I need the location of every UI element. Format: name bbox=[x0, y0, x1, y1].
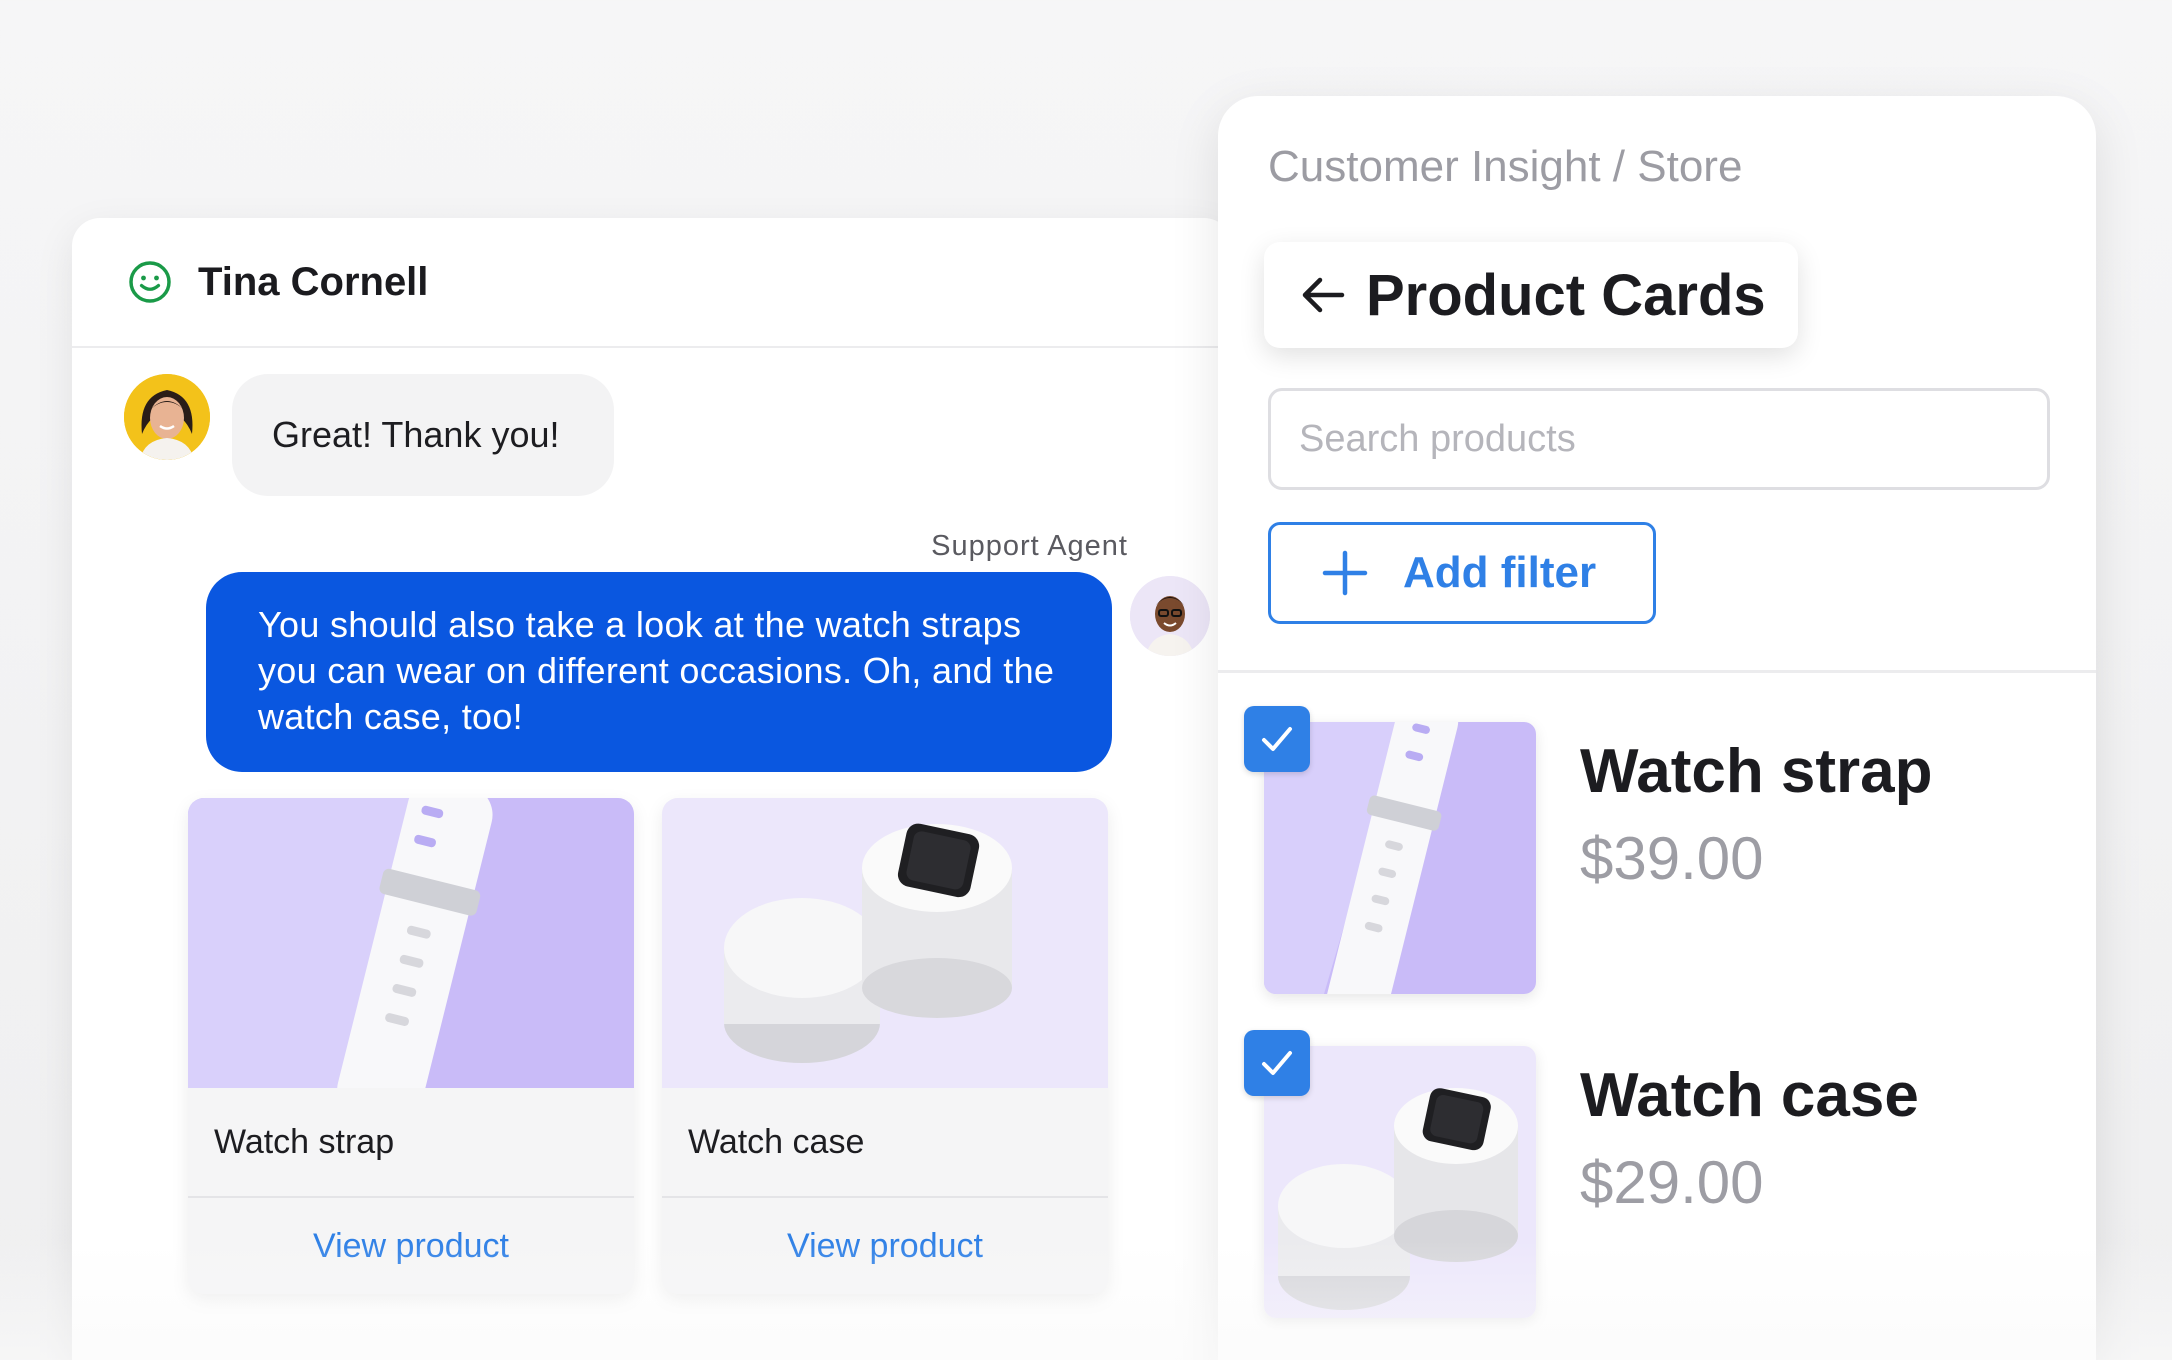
watch-strap-image bbox=[188, 798, 634, 1088]
add-filter-label: Add filter bbox=[1403, 548, 1597, 597]
chat-header: Tina Cornell bbox=[72, 218, 1232, 348]
page-title: Product Cards bbox=[1366, 262, 1766, 328]
view-product-link[interactable]: View product bbox=[662, 1198, 1108, 1294]
view-product-link[interactable]: View product bbox=[188, 1198, 634, 1294]
contact-name: Tina Cornell bbox=[198, 259, 429, 304]
watch-case-image bbox=[662, 798, 1108, 1088]
product-price: $39.00 bbox=[1580, 825, 1764, 892]
smiley-status-icon bbox=[129, 261, 171, 303]
chat-panel: Tina Cornell Great! Thank you! Support A… bbox=[72, 218, 1232, 1360]
customer-message-bubble: Great! Thank you! bbox=[232, 374, 614, 496]
product-checkbox[interactable] bbox=[1244, 706, 1310, 772]
checkmark-icon bbox=[1262, 727, 1292, 751]
agent-avatar-image bbox=[1130, 576, 1210, 656]
product-name: Watch case bbox=[1580, 1061, 1919, 1130]
search-input[interactable] bbox=[1268, 388, 2050, 490]
add-filter-button[interactable]: Add filter bbox=[1268, 522, 1656, 624]
chat-product-card[interactable]: Watch case View product bbox=[662, 798, 1108, 1294]
customer-message-text: Great! Thank you! bbox=[272, 414, 560, 455]
product-list-item[interactable]: Watch strap $39.00 bbox=[1244, 706, 2064, 994]
agent-avatar bbox=[1130, 576, 1210, 656]
product-panel: Customer Insight / Store Product Cards A… bbox=[1218, 96, 2096, 1360]
customer-avatar-image bbox=[124, 374, 210, 460]
page-title-chip: Product Cards bbox=[1264, 242, 1798, 348]
divider bbox=[1218, 670, 2096, 673]
customer-avatar bbox=[124, 374, 210, 460]
chat-card-name: Watch strap bbox=[188, 1088, 634, 1198]
agent-message-bubble: You should also take a look at the watch… bbox=[206, 572, 1112, 772]
agent-message-text: You should also take a look at the watch… bbox=[258, 604, 1055, 737]
product-name: Watch strap bbox=[1580, 737, 1933, 806]
chat-card-name: Watch case bbox=[662, 1088, 1108, 1198]
agent-label: Support Agent bbox=[931, 530, 1128, 562]
product-list-item[interactable]: Watch case $29.00 bbox=[1244, 1030, 2064, 1318]
checkmark-icon bbox=[1262, 1051, 1292, 1075]
plus-icon bbox=[1322, 550, 1368, 596]
back-arrow-icon[interactable] bbox=[1300, 275, 1346, 315]
breadcrumb: Customer Insight / Store bbox=[1268, 142, 1743, 191]
chat-product-card[interactable]: Watch strap View product bbox=[188, 798, 634, 1294]
product-price: $29.00 bbox=[1580, 1149, 1764, 1216]
product-checkbox[interactable] bbox=[1244, 1030, 1310, 1096]
